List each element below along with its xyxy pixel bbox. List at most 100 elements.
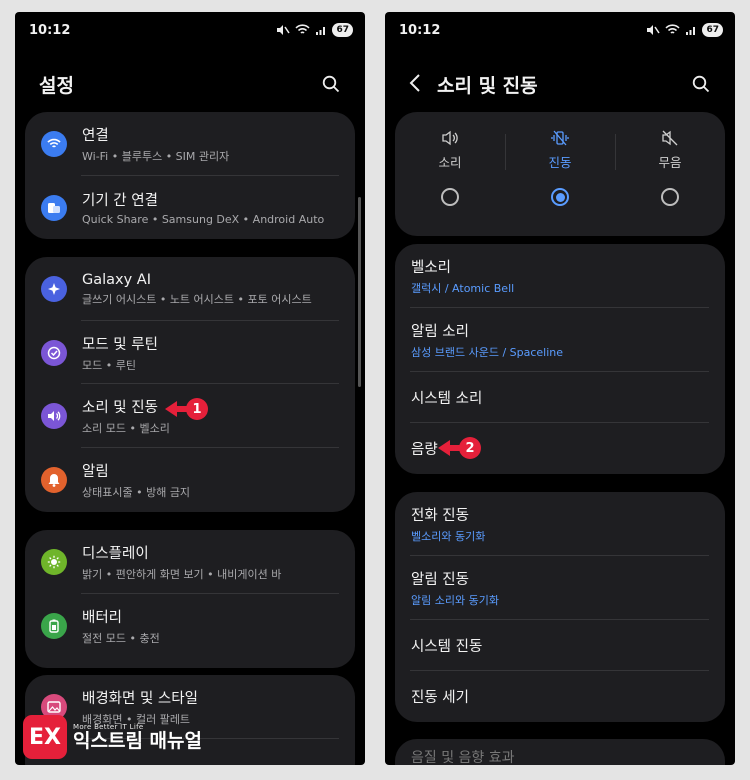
settings-item-modes-routines[interactable]: 모드 및 루틴 모드 • 루틴 <box>25 321 355 384</box>
item-system-sound[interactable]: 시스템 소리 <box>395 372 725 423</box>
battery-badge: 67 <box>332 23 353 37</box>
item-title: 시스템 진동 <box>411 639 483 655</box>
item-subtitle: Quick Share • Samsung DeX • Android Auto <box>82 213 325 226</box>
item-vibration-intensity[interactable]: 진동 세기 <box>395 671 725 722</box>
settings-screen: 10:12 67 설정 연결 Wi-Fi • 블루투스 • SIM 관리자 기기… <box>15 12 365 765</box>
radio-mute[interactable] <box>661 188 679 206</box>
settings-item-galaxy-ai[interactable]: Galaxy AI 글쓰기 어시스트 • 노트 어시스트 • 포토 어시스트 <box>25 257 355 321</box>
item-title: 모드 및 루틴 <box>82 336 158 353</box>
wifi-icon <box>41 131 67 157</box>
vibration-settings-group: 전화 진동 벨소리와 동기화 알림 진동 알림 소리와 동기화 시스템 진동 진… <box>395 492 725 722</box>
item-title: 음량 <box>411 442 438 458</box>
item-title: 벨소리 <box>411 260 452 276</box>
wifi-status-icon <box>665 24 681 34</box>
item-title: 연결 <box>82 128 109 144</box>
item-subtitle: 상태표시줄 • 방해 금지 <box>82 486 191 499</box>
item-title: 알림 진동 <box>411 572 469 588</box>
mode-label: 무음 <box>658 155 682 170</box>
item-title: 배터리 <box>82 610 123 626</box>
page-title: 설정 <box>39 74 74 97</box>
settings-group-display: 디스플레이 밝기 • 편안하게 화면 보기 • 내비게이션 바 배터리 절전 모… <box>25 530 355 668</box>
item-call-vibration[interactable]: 전화 진동 벨소리와 동기화 <box>395 492 725 556</box>
speaker-icon <box>441 130 459 146</box>
logo-mark: EX <box>23 715 67 759</box>
wifi-status-icon <box>295 24 311 34</box>
status-bar: 10:12 67 <box>385 12 735 48</box>
status-time: 10:12 <box>399 22 441 38</box>
settings-item-battery[interactable]: 배터리 절전 모드 • 충전 <box>25 594 355 658</box>
settings-item-notifications[interactable]: 알림 상태표시줄 • 방해 금지 <box>25 448 355 512</box>
item-title: 음질 및 음향 효과 <box>411 750 515 765</box>
item-title: Galaxy AI <box>82 271 152 288</box>
battery-badge: 67 <box>702 23 723 37</box>
item-ringtone[interactable]: 벨소리 갤럭시 / Atomic Bell <box>395 244 725 308</box>
back-icon[interactable] <box>409 72 421 96</box>
page-title: 소리 및 진동 <box>437 74 538 97</box>
battery-icon <box>41 613 67 639</box>
mode-label: 진동 <box>548 155 572 170</box>
item-title: 알림 소리 <box>411 324 469 340</box>
item-title: 배경화면 및 스타일 <box>82 691 198 707</box>
item-subtitle: 소리 모드 • 벨소리 <box>82 422 170 435</box>
mute-icon <box>661 130 679 146</box>
watermark-logo: EX More Better IT Life 익스트림 매뉴얼 <box>23 715 202 759</box>
item-subtitle: 모드 • 루틴 <box>82 358 136 372</box>
bell-icon <box>41 467 67 493</box>
sound-mode-selector: 소리 진동 무음 <box>395 112 725 236</box>
radio-dot <box>555 192 565 202</box>
item-title: 전화 진동 <box>411 508 469 524</box>
status-icons: 67 <box>646 23 723 37</box>
item-subtitle: 알림 소리와 동기화 <box>411 594 499 607</box>
annotation-badge: 2 <box>459 437 481 459</box>
sun-icon <box>41 549 67 575</box>
radio-vibrate[interactable] <box>551 188 569 206</box>
item-title: 기기 간 연결 <box>82 193 158 209</box>
mute-status-icon <box>647 25 661 35</box>
item-subtitle: 글쓰기 어시스트 • 노트 어시스트 • 포토 어시스트 <box>82 292 312 306</box>
sparkle-icon <box>41 276 67 302</box>
signal-status-icon <box>316 27 326 35</box>
app-bar: 소리 및 진동 <box>385 64 735 104</box>
annotation-arrow-1: 1 <box>165 398 208 420</box>
item-title: 소리 및 진동 <box>82 400 158 416</box>
mode-sound[interactable]: 소리 <box>395 112 505 236</box>
item-subtitle: 밝기 • 편안하게 화면 보기 • 내비게이션 바 <box>82 568 282 581</box>
item-subtitle: 갤럭시 / Atomic Bell <box>411 282 515 295</box>
settings-item-display[interactable]: 디스플레이 밝기 • 편안하게 화면 보기 • 내비게이션 바 <box>25 530 355 594</box>
sound-vibration-screen: 10:12 67 소리 및 진동 소리 진동 무음 벨소리 갤럭시 / Atom… <box>385 12 735 765</box>
vibrate-icon <box>551 130 569 146</box>
mode-vibrate[interactable]: 진동 <box>505 112 615 236</box>
annotation-badge: 1 <box>186 398 208 420</box>
settings-item-connections[interactable]: 연결 Wi-Fi • 블루투스 • SIM 관리자 <box>25 112 355 176</box>
partial-list-item[interactable]: 음질 및 음향 효과 <box>395 739 725 765</box>
app-bar: 설정 <box>15 64 365 104</box>
item-subtitle: 삼성 브랜드 사운드 / Spaceline <box>411 346 564 359</box>
settings-item-device-connections[interactable]: 기기 간 연결 Quick Share • Samsung DeX • Andr… <box>25 176 355 239</box>
item-subtitle: Wi-Fi • 블루투스 • SIM 관리자 <box>82 150 230 163</box>
item-title: 알림 <box>82 464 109 480</box>
item-title: 진동 세기 <box>411 690 469 706</box>
annotation-arrow-2: 2 <box>438 437 481 459</box>
item-system-vibration[interactable]: 시스템 진동 <box>395 620 725 671</box>
mode-mute[interactable]: 무음 <box>615 112 725 236</box>
logo-name: 익스트림 매뉴얼 <box>73 729 202 752</box>
mode-label: 소리 <box>438 155 462 170</box>
search-icon[interactable] <box>317 70 345 98</box>
item-title: 시스템 소리 <box>411 391 483 407</box>
radio-sound[interactable] <box>441 188 459 206</box>
settings-group-features: Galaxy AI 글쓰기 어시스트 • 노트 어시스트 • 포토 어시스트 모… <box>25 257 355 512</box>
devices-icon <box>41 194 67 221</box>
item-subtitle: 절전 모드 • 충전 <box>82 632 160 645</box>
signal-status-icon <box>686 27 696 35</box>
item-title: 디스플레이 <box>82 546 149 562</box>
settings-group-connections: 연결 Wi-Fi • 블루투스 • SIM 관리자 기기 간 연결 Quick … <box>25 112 355 239</box>
mute-status-icon <box>277 25 291 35</box>
status-bar: 10:12 67 <box>15 12 365 48</box>
item-notification-sound[interactable]: 알림 소리 삼성 브랜드 사운드 / Spaceline <box>395 308 725 372</box>
scrollbar[interactable] <box>358 197 361 387</box>
search-icon[interactable] <box>687 70 715 98</box>
sound-icon <box>41 403 67 429</box>
item-subtitle: 벨소리와 동기화 <box>411 530 486 543</box>
item-notification-vibration[interactable]: 알림 진동 알림 소리와 동기화 <box>395 556 725 620</box>
status-icons: 67 <box>276 23 353 37</box>
